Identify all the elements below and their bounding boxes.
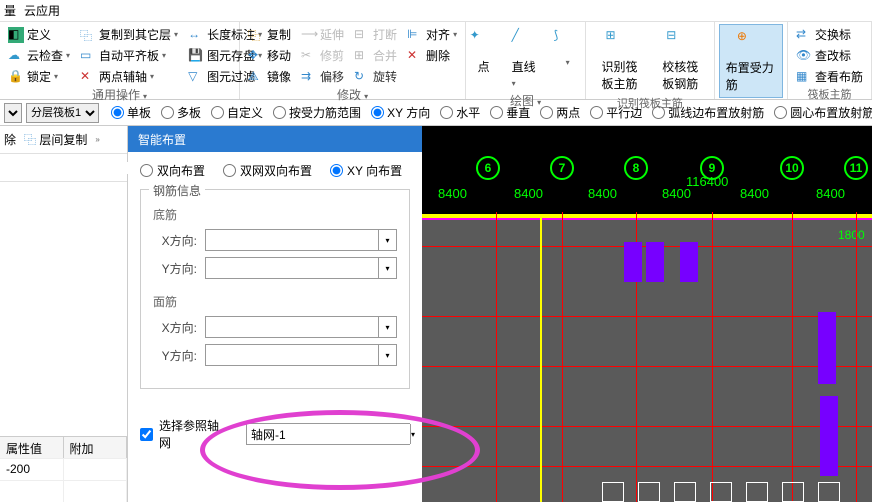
verify-rebar[interactable]: ⊟校核筏板钢筋 (651, 24, 710, 96)
delete-button[interactable]: ✕删除 (403, 45, 461, 66)
property-header: 属性值附加 (0, 436, 127, 458)
dropdown-icon: ▾ (378, 317, 396, 337)
dimension-text: 1800 (838, 228, 865, 242)
property-row[interactable]: -200 (0, 458, 127, 480)
dimension-text: 8400 (816, 186, 845, 201)
group-label: 通用操作 ▾ (4, 87, 235, 103)
mirror-button[interactable]: ⟁镜像 (244, 66, 295, 87)
radio-xy[interactable]: XY 方向 (371, 104, 430, 121)
break-button: ⊟打断 (350, 24, 401, 45)
swap-label-button[interactable]: ⇄交换标 (792, 24, 867, 45)
identify-rebar[interactable]: ⊞识别筏板主筋 (590, 24, 649, 96)
caret-select[interactable] (4, 103, 22, 123)
panel-title: 智能布置 (128, 126, 422, 152)
group-label: 绘图 ▾ (470, 93, 581, 109)
dropdown-icon: ▾ (378, 258, 396, 278)
define-button[interactable]: ◧定义 (4, 24, 74, 45)
radio-bidir[interactable]: 双向布置 (140, 162, 205, 179)
dropdown-icon: ▾ (410, 424, 415, 444)
radio-double-net[interactable]: 双网双向布置 (223, 162, 312, 179)
radio-custom[interactable]: 自定义 (211, 104, 263, 121)
curve-tool[interactable]: ⟆▾ (548, 24, 588, 93)
top-rebar-label: 面筋 (153, 293, 397, 310)
radio-center[interactable]: 圆心布置放射筋 (774, 104, 872, 121)
bottom-y-combo[interactable]: ▾ (205, 257, 397, 279)
menu-item-cloud[interactable]: 云应用 (24, 2, 60, 19)
radio-xy-layout[interactable]: XY 向布置 (330, 162, 402, 179)
extend-button: ⟶延伸 (297, 24, 348, 45)
group-label: 修改 ▾ (244, 87, 461, 103)
trim-button: ✂修剪 (297, 45, 348, 66)
dimension-text: 116400 (686, 174, 728, 189)
copy-layer-button[interactable]: ⿻复制到其它层▾ (76, 24, 182, 45)
layer-select[interactable]: 分层筏板1 (26, 103, 99, 123)
group-label: 筏板主筋 (792, 87, 867, 103)
radio-multi[interactable]: 多板 (161, 104, 201, 121)
property-row[interactable] (0, 480, 127, 502)
copy-between-tool[interactable]: ⿻ 层间复制 (24, 131, 87, 148)
point-tool[interactable]: ✦点 (464, 24, 504, 93)
axis-helper-button[interactable]: ✕两点辅轴▾ (76, 66, 182, 87)
lock-button[interactable]: 🔒锁定▾ (4, 66, 74, 87)
copy-button[interactable]: ⿻复制 (244, 24, 295, 45)
rotate-button[interactable]: ↻旋转 (350, 66, 401, 87)
group-label: 识别筏板主筋 (590, 96, 710, 112)
axis-bubble: 6 (476, 156, 500, 180)
dimension-text: 8400 (514, 186, 543, 201)
axis-bubble: 7 (550, 156, 574, 180)
view-rebar-button[interactable]: 👁查改标 (792, 45, 867, 66)
dimension-text: 8400 (588, 186, 617, 201)
top-y-combo[interactable]: ▾ (205, 344, 397, 366)
top-x-combo[interactable]: ▾ (205, 316, 397, 338)
place-rebar-button[interactable]: ⊕布置受力筋 (719, 24, 783, 98)
line-tool[interactable]: ╱直线▾ (506, 24, 546, 93)
fieldset-legend: 钢筋信息 (149, 182, 205, 199)
cloud-check-button[interactable]: ☁云检查▾ (4, 45, 74, 66)
bottom-rebar-label: 底筋 (153, 206, 397, 223)
radio-single[interactable]: 单板 (111, 104, 151, 121)
merge-button: ⊞合并 (350, 45, 401, 66)
bottom-x-combo[interactable]: ▾ (205, 229, 397, 251)
axis-ref-label: 选择参照轴网 (159, 417, 226, 451)
axis-bubble: 11 (844, 156, 868, 180)
offset-button[interactable]: ⇉偏移 (297, 66, 348, 87)
axis-bubble: 8 (624, 156, 648, 180)
dimension-text: 8400 (740, 186, 769, 201)
dropdown-icon: ▾ (378, 345, 396, 365)
menu-item-measure[interactable]: 量 (4, 2, 16, 19)
auto-level-button[interactable]: ▭自动平齐板▾ (76, 45, 182, 66)
align-button[interactable]: ⊫对齐▾ (403, 24, 461, 45)
radio-by-range[interactable]: 按受力筋范围 (273, 104, 361, 121)
move-button[interactable]: ✥移动 (244, 45, 295, 66)
delete-tool[interactable]: 除 (4, 131, 16, 148)
search-input[interactable] (4, 162, 146, 174)
axis-ref-checkbox[interactable] (140, 428, 153, 441)
axis-combo[interactable]: ▾ (246, 423, 410, 445)
axis-bubble: 10 (780, 156, 804, 180)
dimension-text: 8400 (438, 186, 467, 201)
dropdown-icon: ▾ (378, 230, 396, 250)
view-layout-button[interactable]: ▦查看布筋 (792, 66, 867, 87)
drawing-canvas[interactable]: 6789101184008400840084001164008400840018… (422, 126, 872, 502)
